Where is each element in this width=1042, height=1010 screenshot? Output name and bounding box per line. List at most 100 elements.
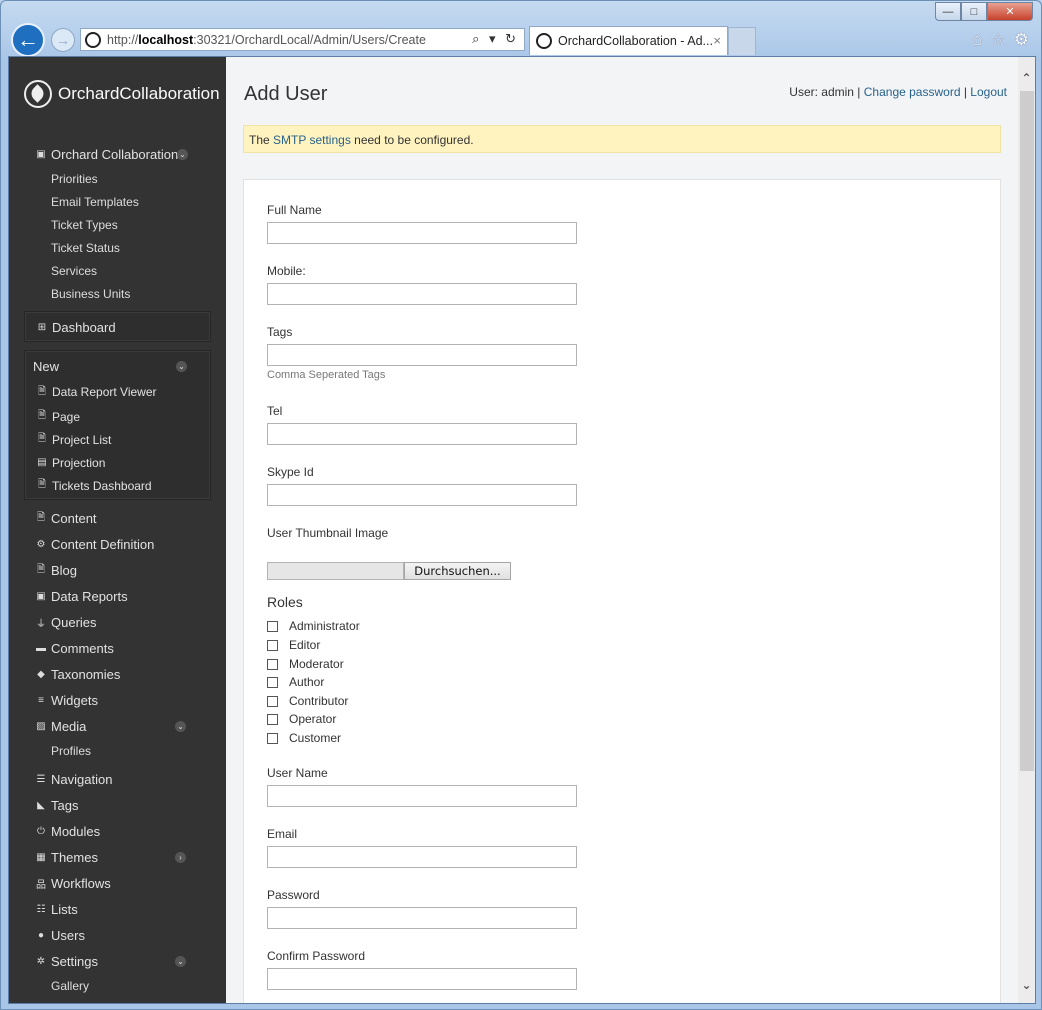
nav-item-page[interactable]: 🗎 Page bbox=[25, 405, 210, 428]
file-path-box[interactable] bbox=[267, 562, 404, 580]
page-scrollbar[interactable]: ⌃ ⌄ bbox=[1018, 57, 1035, 1003]
nav-subitem-ticket-types[interactable]: Ticket Types bbox=[24, 213, 211, 236]
nav-item-data-report-viewer[interactable]: 🗎 Data Report Viewer bbox=[25, 379, 210, 405]
role-checkbox[interactable] bbox=[267, 713, 278, 725]
nav-item-blog[interactable]: 🗎 Blog bbox=[24, 557, 211, 583]
nav-item-content-definition[interactable]: ⚙ Content Definition bbox=[24, 531, 211, 557]
nav-item-navigation[interactable]: ☰ Navigation bbox=[24, 766, 211, 792]
nav-item-taxonomies[interactable]: ◆ Taxonomies bbox=[24, 661, 211, 687]
full-name-input[interactable] bbox=[267, 222, 577, 244]
browser-tab-active[interactable]: OrchardCollaboration - Ad... × bbox=[529, 26, 728, 55]
username-input[interactable] bbox=[267, 785, 577, 807]
tab-close-icon[interactable]: × bbox=[713, 33, 721, 48]
address-bar[interactable]: http://localhost:30321/OrchardLocal/Admi… bbox=[80, 28, 525, 51]
nav-item-projection[interactable]: ▤ Projection bbox=[25, 451, 210, 474]
role-operator[interactable]: Operator bbox=[267, 710, 336, 728]
role-moderator[interactable]: Moderator bbox=[267, 655, 344, 673]
skype-id-input[interactable] bbox=[267, 484, 577, 506]
chevron-down-icon[interactable]: ⌄ bbox=[175, 721, 186, 732]
role-contributor[interactable]: Contributor bbox=[267, 692, 348, 710]
nav-label: Widgets bbox=[51, 692, 98, 708]
smtp-settings-link[interactable]: SMTP settings bbox=[273, 133, 351, 147]
nav-item-themes[interactable]: ▦ Themes › bbox=[24, 844, 211, 870]
nav-subitem-email-templates[interactable]: Email Templates bbox=[24, 190, 211, 213]
home-icon[interactable]: ⌂ bbox=[972, 30, 982, 50]
role-editor[interactable]: Editor bbox=[267, 636, 320, 654]
mobile-label: Mobile: bbox=[267, 264, 306, 278]
new-tab-button[interactable] bbox=[728, 27, 756, 55]
nav-subitem-services[interactable]: Services bbox=[24, 259, 211, 282]
nav-item-dashboard[interactable]: ⊞ Dashboard bbox=[25, 314, 210, 340]
forward-button[interactable]: → bbox=[51, 28, 75, 52]
nav-item-queries[interactable]: ⏚ Queries bbox=[24, 609, 211, 635]
user-bar: User: admin | Change password | Logout bbox=[789, 85, 1007, 99]
nav-item-lists[interactable]: ☷ Lists bbox=[24, 896, 211, 922]
favorites-star-icon[interactable]: ☆ bbox=[991, 30, 1006, 50]
role-author[interactable]: Author bbox=[267, 673, 324, 691]
nav-label: Page bbox=[52, 409, 81, 424]
role-checkbox[interactable] bbox=[267, 639, 278, 651]
role-checkbox[interactable] bbox=[267, 732, 278, 744]
nav-subitem-gallery[interactable]: Gallery bbox=[24, 974, 211, 997]
page-viewport: OrchardCollaboration ▣ Orchard Collabora… bbox=[8, 56, 1036, 1004]
role-checkbox[interactable] bbox=[267, 695, 278, 707]
password-label: Password bbox=[267, 888, 320, 902]
nav-item-content[interactable]: 🗎 Content bbox=[24, 505, 211, 531]
chevron-down-icon[interactable]: ⌄ bbox=[175, 956, 186, 967]
url-host: localhost bbox=[138, 32, 194, 47]
nav-subitem-business-units[interactable]: Business Units bbox=[24, 282, 211, 305]
confirm-password-input[interactable] bbox=[267, 968, 577, 990]
search-refresh-icons[interactable]: ⌕ ▾ ↻ bbox=[472, 31, 519, 47]
scroll-thumb[interactable] bbox=[1020, 91, 1034, 771]
nav-subitem-profiles[interactable]: Profiles bbox=[24, 739, 211, 762]
email-input[interactable] bbox=[267, 846, 577, 868]
nav-item-media[interactable]: ▨ Media ⌄ bbox=[24, 713, 211, 739]
chevron-down-icon[interactable]: ⌄ bbox=[177, 149, 188, 160]
image-icon: ▨ bbox=[36, 720, 46, 732]
nav-subitem-priorities[interactable]: Priorities bbox=[24, 167, 211, 190]
nav-item-widgets[interactable]: ≡ Widgets bbox=[24, 687, 211, 713]
change-password-link[interactable]: Change password bbox=[864, 85, 961, 99]
browse-button[interactable]: Durchsuchen... bbox=[404, 562, 511, 580]
password-input[interactable] bbox=[267, 907, 577, 929]
close-window-button[interactable]: ✕ bbox=[987, 2, 1033, 21]
nav-item-orchard-collaboration[interactable]: ▣ Orchard Collaboration ⌄ bbox=[24, 141, 211, 167]
role-checkbox[interactable] bbox=[267, 620, 278, 632]
url-prefix: http:// bbox=[107, 32, 139, 47]
nav-item-tags[interactable]: ◣ Tags bbox=[24, 792, 211, 818]
back-button[interactable]: ← bbox=[11, 23, 45, 57]
scroll-down-arrow-icon[interactable]: ⌄ bbox=[1018, 976, 1035, 993]
nav-item-project-list[interactable]: 🗎 Project List bbox=[25, 428, 210, 451]
nav-item-settings[interactable]: ✲ Settings ⌄ bbox=[24, 948, 211, 974]
address-url[interactable]: http://localhost:30321/OrchardLocal/Admi… bbox=[107, 33, 426, 47]
role-checkbox[interactable] bbox=[267, 676, 278, 688]
nav-item-workflows[interactable]: 品 Workflows bbox=[24, 870, 211, 896]
list-icon: ☷ bbox=[36, 903, 46, 915]
role-checkbox[interactable] bbox=[267, 658, 278, 670]
nav-item-new[interactable]: New ⌄ bbox=[25, 353, 210, 379]
nav-item-tickets-dashboard[interactable]: 🗎 Tickets Dashboard bbox=[25, 474, 210, 497]
brand[interactable]: OrchardCollaboration bbox=[24, 80, 220, 108]
nav-item-users[interactable]: ● Users bbox=[24, 922, 211, 948]
logout-link[interactable]: Logout bbox=[970, 85, 1007, 99]
minimize-button[interactable]: — bbox=[935, 2, 961, 21]
maximize-button[interactable]: □ bbox=[961, 2, 987, 21]
nav-subitem-ticket-status[interactable]: Ticket Status bbox=[24, 236, 211, 259]
nav-item-modules[interactable]: ⏻ Modules bbox=[24, 818, 211, 844]
chevron-down-icon[interactable]: ⌄ bbox=[176, 361, 187, 372]
tags-input[interactable] bbox=[267, 344, 577, 366]
thumbnail-file-input[interactable]: Durchsuchen... bbox=[267, 562, 511, 580]
mobile-input[interactable] bbox=[267, 283, 577, 305]
role-customer[interactable]: Customer bbox=[267, 729, 341, 747]
chevron-right-icon[interactable]: › bbox=[175, 852, 186, 863]
tel-input[interactable] bbox=[267, 423, 577, 445]
role-administrator[interactable]: Administrator bbox=[267, 617, 360, 635]
filter-icon: ⏚ bbox=[36, 618, 46, 630]
content-icon: 🗎 bbox=[36, 511, 46, 523]
scroll-up-arrow-icon[interactable]: ⌃ bbox=[1018, 69, 1035, 86]
nav-label: Content Definition bbox=[51, 536, 155, 552]
tools-gear-icon[interactable]: ⚙ bbox=[1014, 30, 1029, 50]
nav-item-comments[interactable]: ▬ Comments bbox=[24, 635, 211, 661]
role-label: Administrator bbox=[289, 619, 360, 633]
nav-item-data-reports[interactable]: ▣ Data Reports bbox=[24, 583, 211, 609]
